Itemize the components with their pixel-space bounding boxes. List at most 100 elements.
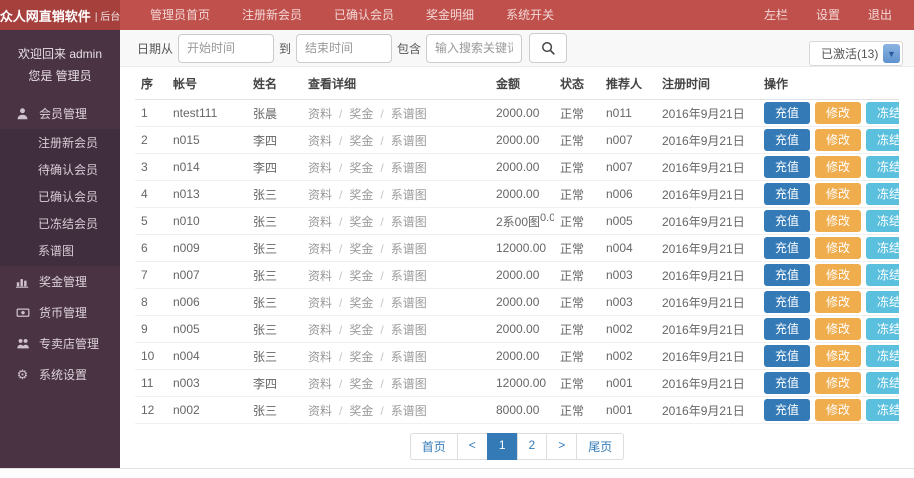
detail-link-奖金[interactable]: 奖金 [349, 215, 373, 229]
action-button-冻结[interactable]: 冻结 [866, 156, 899, 179]
page-button-首页[interactable]: 首页 [410, 433, 458, 460]
sidebar-item-会员管理[interactable]: 会员管理 [0, 98, 120, 129]
sidebar-item-奖金管理[interactable]: 奖金管理 [0, 266, 120, 297]
detail-link-奖金[interactable]: 奖金 [349, 269, 373, 283]
action-button-修改[interactable]: 修改 [815, 210, 861, 233]
action-button-冻结[interactable]: 冻结 [866, 183, 899, 206]
detail-link-奖金[interactable]: 奖金 [349, 242, 373, 256]
action-button-充值[interactable]: 充值 [764, 237, 810, 260]
detail-link-资料[interactable]: 资料 [308, 242, 332, 256]
sidebar-subitem-已冻结会员[interactable]: 已冻结会员 [0, 211, 120, 238]
action-button-修改[interactable]: 修改 [815, 345, 861, 368]
detail-link-系谱图[interactable]: 系谱图 [391, 323, 427, 337]
detail-link-资料[interactable]: 资料 [308, 377, 332, 391]
detail-link-资料[interactable]: 资料 [308, 350, 332, 364]
action-button-冻结[interactable]: 冻结 [866, 237, 899, 260]
action-button-充值[interactable]: 充值 [764, 210, 810, 233]
action-button-冻结[interactable]: 冻结 [866, 345, 899, 368]
detail-link-资料[interactable]: 资料 [308, 107, 332, 121]
detail-link-资料[interactable]: 资料 [308, 323, 332, 337]
detail-link-系谱图[interactable]: 系谱图 [391, 242, 427, 256]
sidebar-subitem-注册新会员[interactable]: 注册新会员 [0, 130, 120, 157]
action-button-修改[interactable]: 修改 [815, 156, 861, 179]
detail-link-系谱图[interactable]: 系谱图 [391, 215, 427, 229]
action-button-充值[interactable]: 充值 [764, 183, 810, 206]
detail-link-奖金[interactable]: 奖金 [349, 296, 373, 310]
action-button-修改[interactable]: 修改 [815, 399, 861, 422]
action-button-冻结[interactable]: 冻结 [866, 372, 899, 395]
action-button-修改[interactable]: 修改 [815, 237, 861, 260]
action-button-充值[interactable]: 充值 [764, 291, 810, 314]
detail-link-系谱图[interactable]: 系谱图 [391, 377, 427, 391]
detail-link-奖金[interactable]: 奖金 [349, 188, 373, 202]
action-button-冻结[interactable]: 冻结 [866, 102, 899, 125]
status-filter-select[interactable]: 已激活(13) ▼ [809, 41, 903, 66]
detail-link-系谱图[interactable]: 系谱图 [391, 107, 427, 121]
action-button-修改[interactable]: 修改 [815, 264, 861, 287]
action-button-冻结[interactable]: 冻结 [866, 264, 899, 287]
detail-link-系谱图[interactable]: 系谱图 [391, 134, 427, 148]
page-button-2[interactable]: 2 [517, 433, 548, 460]
sidebar-subitem-已确认会员[interactable]: 已确认会员 [0, 184, 120, 211]
detail-link-奖金[interactable]: 奖金 [349, 107, 373, 121]
topnav-item[interactable]: 注册新会员 [226, 0, 318, 30]
sidebar-item-系统设置[interactable]: ⚙系统设置 [0, 359, 120, 390]
sidebar-item-货币管理[interactable]: 货币管理 [0, 297, 120, 328]
sidebar-item-专卖店管理[interactable]: 专卖店管理 [0, 328, 120, 359]
date-from-input[interactable] [178, 34, 274, 63]
detail-link-奖金[interactable]: 奖金 [349, 404, 373, 418]
action-button-修改[interactable]: 修改 [815, 102, 861, 125]
action-button-冻结[interactable]: 冻结 [866, 318, 899, 341]
search-button[interactable] [529, 33, 567, 63]
date-to-input[interactable] [296, 34, 392, 63]
action-button-冻结[interactable]: 冻结 [866, 291, 899, 314]
action-button-充值[interactable]: 充值 [764, 318, 810, 341]
topnav-item[interactable]: 奖金明细 [410, 0, 490, 30]
action-button-修改[interactable]: 修改 [815, 291, 861, 314]
action-button-充值[interactable]: 充值 [764, 372, 810, 395]
sidebar-subitem-系谱图[interactable]: 系谱图 [0, 238, 120, 265]
action-button-冻结[interactable]: 冻结 [866, 129, 899, 152]
detail-link-奖金[interactable]: 奖金 [349, 323, 373, 337]
detail-link-系谱图[interactable]: 系谱图 [391, 350, 427, 364]
page-button-尾页[interactable]: 尾页 [576, 433, 624, 460]
detail-link-资料[interactable]: 资料 [308, 161, 332, 175]
action-button-充值[interactable]: 充值 [764, 102, 810, 125]
detail-link-奖金[interactable]: 奖金 [349, 161, 373, 175]
topnav-right-item[interactable]: 左栏 [750, 0, 802, 30]
action-button-充值[interactable]: 充值 [764, 399, 810, 422]
topnav-item[interactable]: 已确认会员 [318, 0, 410, 30]
action-button-修改[interactable]: 修改 [815, 129, 861, 152]
detail-link-资料[interactable]: 资料 [308, 134, 332, 148]
action-button-修改[interactable]: 修改 [815, 318, 861, 341]
page-button-<[interactable]: < [457, 433, 488, 460]
detail-link-系谱图[interactable]: 系谱图 [391, 188, 427, 202]
detail-link-资料[interactable]: 资料 [308, 215, 332, 229]
action-button-冻结[interactable]: 冻结 [866, 210, 899, 233]
detail-link-奖金[interactable]: 奖金 [349, 134, 373, 148]
action-button-修改[interactable]: 修改 [815, 372, 861, 395]
detail-link-资料[interactable]: 资料 [308, 404, 332, 418]
page-button-1[interactable]: 1 [487, 433, 518, 460]
topnav-item[interactable]: 管理员首页 [134, 0, 226, 30]
action-button-充值[interactable]: 充值 [764, 129, 810, 152]
keyword-input[interactable] [426, 34, 522, 63]
detail-link-资料[interactable]: 资料 [308, 188, 332, 202]
action-button-冻结[interactable]: 冻结 [866, 399, 899, 422]
topnav-right-item[interactable]: 退出 [854, 0, 906, 30]
page-button->[interactable]: > [546, 433, 577, 460]
detail-link-奖金[interactable]: 奖金 [349, 350, 373, 364]
topnav-right-item[interactable]: 设置 [802, 0, 854, 30]
detail-link-系谱图[interactable]: 系谱图 [391, 269, 427, 283]
detail-link-奖金[interactable]: 奖金 [349, 377, 373, 391]
detail-link-系谱图[interactable]: 系谱图 [391, 161, 427, 175]
action-button-充值[interactable]: 充值 [764, 156, 810, 179]
sidebar-subitem-待确认会员[interactable]: 待确认会员 [0, 157, 120, 184]
detail-link-资料[interactable]: 资料 [308, 269, 332, 283]
detail-link-系谱图[interactable]: 系谱图 [391, 404, 427, 418]
action-button-充值[interactable]: 充值 [764, 345, 810, 368]
detail-link-资料[interactable]: 资料 [308, 296, 332, 310]
action-button-修改[interactable]: 修改 [815, 183, 861, 206]
action-button-充值[interactable]: 充值 [764, 264, 810, 287]
detail-link-系谱图[interactable]: 系谱图 [391, 296, 427, 310]
